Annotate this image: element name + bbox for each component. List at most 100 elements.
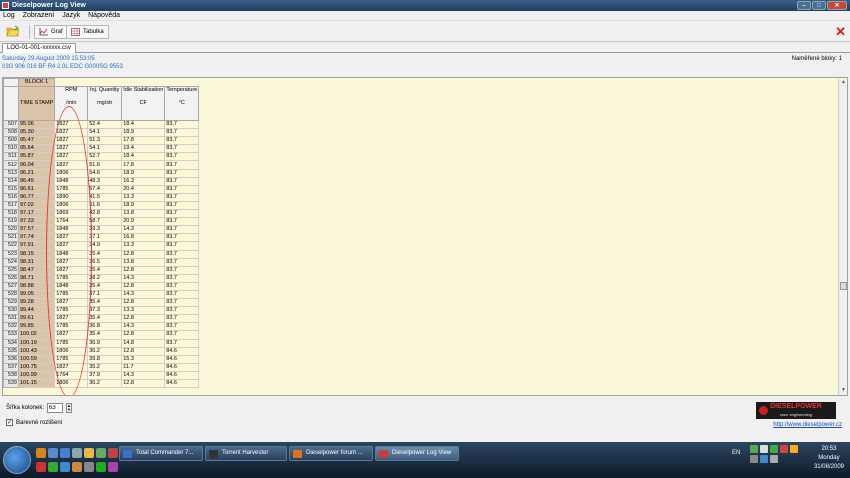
cell-inj-quantity[interactable]: 38.2 (87, 273, 123, 283)
scroll-thumb[interactable] (840, 282, 847, 290)
table-row[interactable]: 522 97.91 1827 34.9 13.3 83.7 (3, 241, 200, 251)
graph-button[interactable]: Graf (34, 25, 68, 39)
cell-idle-stabilization[interactable]: 18.4 (121, 152, 166, 162)
row-number[interactable]: 512 (3, 160, 19, 170)
cell-inj-quantity[interactable]: 54.1 (87, 128, 123, 138)
taskbar-dieselpower-forum[interactable]: Dieselpower forum ... (289, 446, 373, 461)
row-number[interactable]: 539 (3, 378, 19, 389)
header-idle-stabilization[interactable]: Idle Stabilization CF (121, 86, 166, 121)
app-icon-7[interactable] (60, 462, 70, 472)
row-number[interactable]: 515 (3, 184, 19, 194)
row-number[interactable]: 535 (3, 346, 19, 356)
row-number[interactable]: 524 (3, 257, 19, 267)
table-row[interactable]: 511 95.87 1827 52.7 18.4 83.7 (3, 152, 200, 162)
vertical-scrollbar[interactable]: ▲ ▼ (838, 79, 847, 395)
table-row[interactable]: 517 97.02 1806 51.6 18.9 83.7 (3, 200, 200, 211)
table-row[interactable]: 510 95.64 1827 54.1 19.4 83.7 (3, 144, 200, 154)
table-row[interactable]: 529 99.28 1827 35.4 12.8 83.7 (3, 298, 200, 308)
cell-time-stamp[interactable]: 100.43 (17, 346, 56, 356)
clock[interactable]: 20:53 Monday 31/08/2009 (814, 445, 844, 472)
table-row[interactable]: 525 98.47 1827 35.4 12.8 83.7 (3, 265, 200, 275)
table-row[interactable]: 519 97.33 1764 58.7 20.9 83.7 (3, 217, 200, 227)
cell-inj-quantity[interactable]: 36.8 (87, 322, 123, 332)
table-row[interactable]: 524 98.31 1827 36.5 13.8 83.7 (3, 257, 200, 267)
cell-inj-quantity[interactable]: 48.3 (87, 176, 123, 186)
tray-icon-7[interactable] (760, 455, 768, 463)
cell-idle-stabilization[interactable]: 12.8 (121, 346, 166, 356)
cell-idle-stabilization[interactable]: 19.4 (121, 144, 166, 154)
cell-idle-stabilization[interactable]: 13.8 (121, 209, 166, 219)
cell-temperature[interactable]: 83.7 (164, 314, 200, 324)
row-number[interactable]: 509 (3, 136, 19, 146)
cell-time-stamp[interactable]: 95.64 (17, 144, 56, 154)
cell-inj-quantity[interactable]: 36.5 (87, 257, 123, 267)
table-row[interactable]: 537 100.75 1827 35.2 11.7 84.6 (3, 362, 200, 372)
table-row[interactable]: 512 96.04 1827 51.6 17.8 83.7 (3, 160, 200, 170)
cell-inj-quantity[interactable]: 51.6 (87, 200, 123, 211)
table-row[interactable]: 521 97.74 1827 37.1 16.8 83.7 (3, 233, 200, 243)
row-number[interactable]: 507 (3, 119, 19, 130)
website-link[interactable]: http://www.dieselpower.cz (773, 422, 842, 428)
row-number[interactable]: 534 (3, 338, 19, 348)
table-row[interactable]: 513 96.21 1806 54.6 18.9 83.7 (3, 168, 200, 178)
app-icon-9[interactable] (84, 462, 94, 472)
close-button[interactable]: ✕ (827, 1, 847, 10)
cell-time-stamp[interactable]: 100.99 (17, 370, 56, 381)
header-time-stamp[interactable]: TIME STAMP (17, 86, 56, 121)
cell-temperature[interactable]: 83.7 (164, 168, 200, 178)
cell-temperature[interactable]: 83.7 (164, 306, 200, 316)
cell-temperature[interactable]: 83.7 (164, 338, 200, 348)
cell-idle-stabilization[interactable]: 14.3 (121, 225, 166, 235)
row-number[interactable]: 517 (3, 200, 19, 211)
cell-temperature[interactable]: 83.7 (164, 233, 200, 243)
table-row[interactable]: 507 95.06 1827 52.4 18.4 83.7 (3, 119, 200, 130)
app-icon-11[interactable] (108, 462, 118, 472)
tray-icon-5[interactable] (790, 445, 798, 453)
row-number[interactable]: 532 (3, 322, 19, 332)
cell-inj-quantity[interactable]: 54.1 (87, 144, 123, 154)
row-number[interactable]: 510 (3, 144, 19, 154)
cell-inj-quantity[interactable]: 36.2 (87, 346, 123, 356)
row-number[interactable]: 520 (3, 225, 19, 235)
row-number[interactable]: 530 (3, 306, 19, 316)
explorer-icon[interactable] (48, 448, 58, 458)
row-number[interactable]: 536 (3, 354, 19, 364)
cell-temperature[interactable]: 83.7 (164, 330, 200, 340)
maximize-button[interactable]: □ (812, 1, 826, 10)
cell-temperature[interactable]: 83.7 (164, 249, 200, 259)
menu-log[interactable]: Log (3, 11, 15, 20)
desktop-icon[interactable] (60, 448, 70, 458)
table-row[interactable]: 531 99.61 1827 35.4 12.8 83.7 (3, 314, 200, 324)
row-number[interactable]: 528 (3, 289, 19, 300)
cell-temperature[interactable]: 83.7 (164, 289, 200, 300)
row-number[interactable]: 527 (3, 281, 19, 291)
cell-inj-quantity[interactable]: 35.4 (87, 281, 123, 291)
app-icon-3[interactable] (96, 448, 106, 458)
tab-log-file[interactable]: LOG-01-001-xxxxxx.csv (2, 43, 77, 53)
cell-idle-stabilization[interactable]: 14.3 (121, 370, 166, 381)
cell-idle-stabilization[interactable]: 12.8 (121, 298, 166, 308)
app-icon-2[interactable] (84, 448, 94, 458)
row-number[interactable]: 522 (3, 241, 19, 251)
cell-idle-stabilization[interactable]: 11.7 (121, 362, 166, 372)
cell-idle-stabilization[interactable]: 18.4 (121, 119, 166, 130)
cell-inj-quantity[interactable]: 42.8 (87, 209, 123, 219)
menu-language[interactable]: Jazyk (62, 11, 80, 20)
row-number[interactable]: 533 (3, 330, 19, 340)
cell-temperature[interactable]: 83.7 (164, 241, 200, 251)
cell-inj-quantity[interactable]: 37.9 (87, 370, 123, 381)
cell-inj-quantity[interactable]: 35.4 (87, 249, 123, 259)
tray-icon-2[interactable] (760, 445, 768, 453)
cell-temperature[interactable]: 83.7 (164, 152, 200, 162)
cell-temperature[interactable]: 83.7 (164, 281, 200, 291)
cell-temperature[interactable]: 84.6 (164, 346, 200, 356)
row-number[interactable]: 526 (3, 273, 19, 283)
taskbar-total-commander[interactable]: Total Commander 7... (119, 446, 203, 461)
row-number[interactable]: 525 (3, 265, 19, 275)
row-number[interactable]: 513 (3, 168, 19, 178)
cell-idle-stabilization[interactable]: 13.3 (121, 192, 166, 202)
cell-idle-stabilization[interactable]: 14.3 (121, 289, 166, 300)
scroll-up-icon[interactable]: ▲ (839, 79, 848, 87)
app-icon-8[interactable] (72, 462, 82, 472)
column-width-input[interactable] (47, 403, 64, 413)
